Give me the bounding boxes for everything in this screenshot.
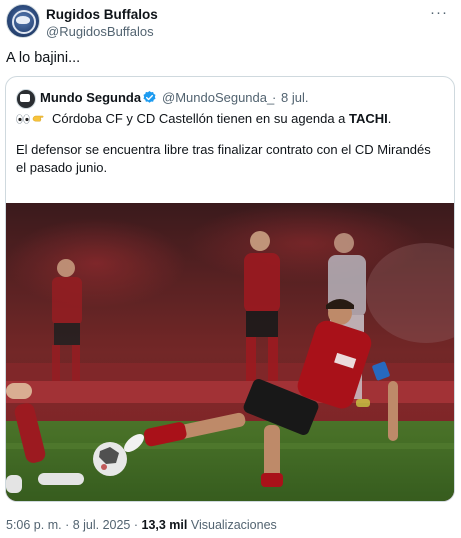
verified-badge-icon	[143, 90, 156, 103]
avatar[interactable]	[6, 4, 40, 38]
quoted-text-prefix: Córdoba CF y CD Castellón tienen en su a…	[52, 111, 350, 126]
post-time[interactable]: 5:06 p. m.	[6, 518, 62, 532]
football-photo	[6, 203, 454, 501]
views-label: Visualizaciones	[187, 518, 277, 532]
quoted-media-image[interactable]	[6, 203, 454, 501]
quoted-display-name[interactable]: Mundo Segunda	[40, 90, 141, 105]
quoted-text-strong: TACHI	[349, 111, 388, 126]
author-handle[interactable]: @RugidosBuffalos	[46, 24, 154, 39]
tweet-header: Rugidos Buffalos @RugidosBuffalos ···	[6, 4, 461, 44]
tweet-footer: 5:06 p. m. · 8 jul. 2025 · 13,3 mil Visu…	[6, 518, 277, 532]
pointing-hand-icon	[32, 115, 44, 122]
more-horizontal-icon[interactable]: ···	[427, 5, 451, 26]
eyes-icon	[16, 114, 30, 124]
author-display-name[interactable]: Rugidos Buffalos	[46, 7, 158, 22]
quoted-handle[interactable]: @MundoSegunda_	[162, 90, 274, 105]
quoted-text-suffix: .	[387, 111, 392, 126]
quoted-text-paragraph: El defensor se encuentra libre tras fina…	[16, 142, 431, 175]
views-count[interactable]: 13,3 mil	[142, 518, 188, 532]
quoted-date[interactable]: 8 jul.	[281, 90, 308, 105]
post-date[interactable]: 8 jul. 2025	[73, 518, 131, 532]
quoted-tweet-card[interactable]: Mundo Segunda @MundoSegunda_ · 8 jul. Có…	[5, 76, 455, 502]
footer-separator-2: ·	[130, 518, 142, 532]
separator-dot: ·	[272, 90, 277, 105]
quoted-avatar[interactable]	[16, 89, 36, 109]
buffalo-logo-icon	[16, 16, 30, 24]
quoted-text-line1: Córdoba CF y CD Castellón tienen en su a…	[52, 111, 391, 126]
footer-separator-1: ·	[61, 518, 73, 532]
tweet-text: A lo bajini...	[6, 50, 81, 66]
quoted-tweet-header: Mundo Segunda @MundoSegunda_ · 8 jul.	[16, 87, 444, 109]
